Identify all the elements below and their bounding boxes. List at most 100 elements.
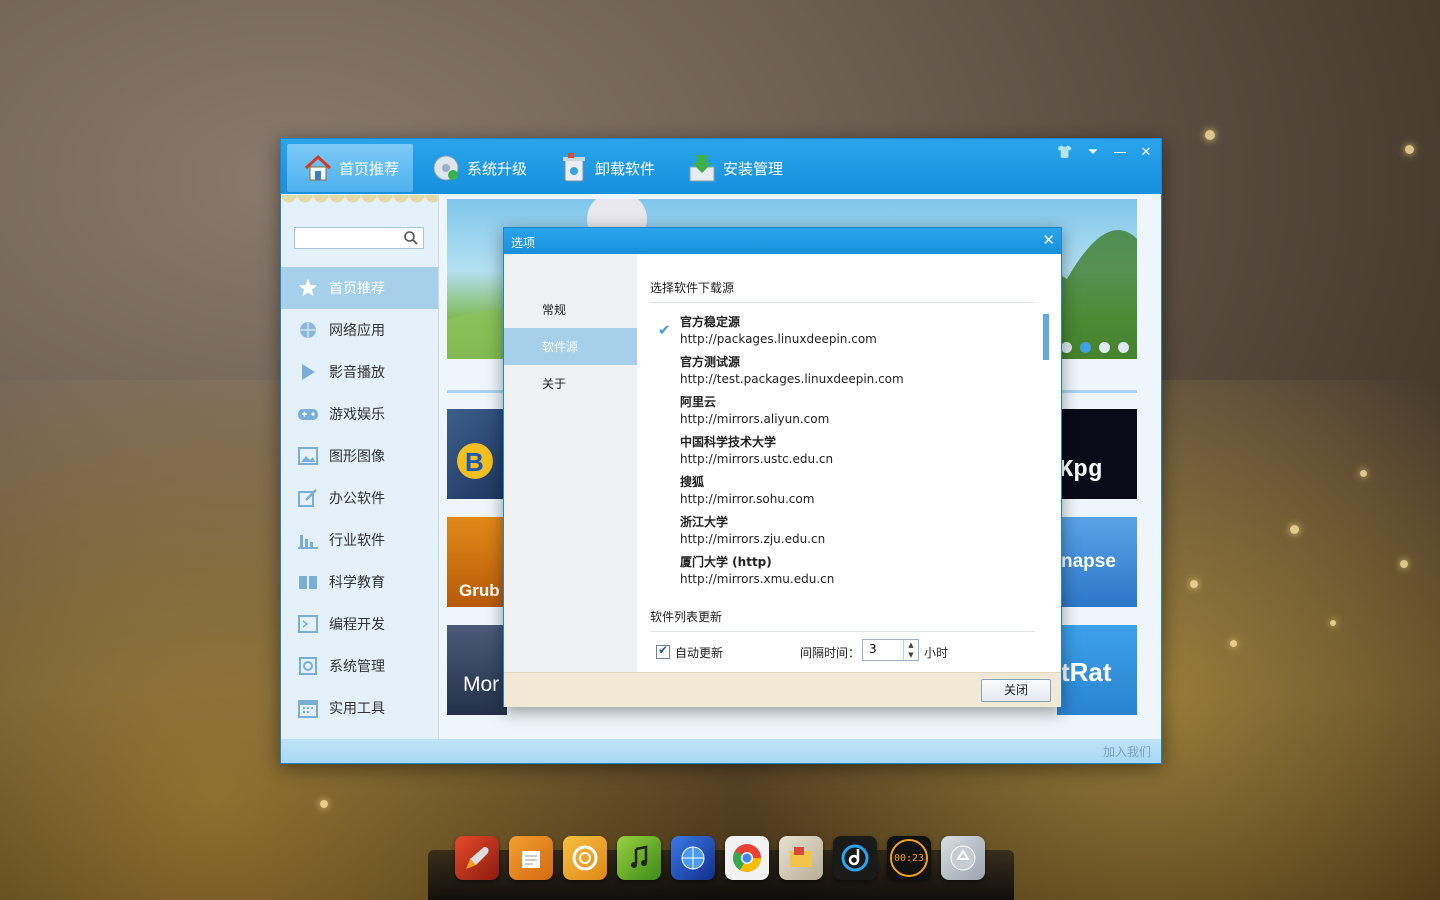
sidebar-item-programming[interactable]: 编程开发 (281, 603, 438, 645)
app-tile-smartrat[interactable]: tRat (1057, 625, 1137, 715)
sidebar-item-home[interactable]: 首页推荐 (281, 267, 438, 309)
dialog-nav-general[interactable]: 常规 (504, 291, 637, 328)
carousel-dot[interactable] (1118, 342, 1129, 353)
sidebar-item-network[interactable]: 网络应用 (281, 309, 438, 351)
play-icon (297, 361, 319, 383)
carousel-dot[interactable] (1099, 342, 1110, 353)
app-tile[interactable]: B (447, 409, 507, 499)
home-icon (303, 153, 333, 183)
bar-chart-icon (297, 529, 319, 551)
selected-check-icon: ✔ (658, 321, 671, 339)
carousel-dot[interactable] (1061, 342, 1072, 353)
source-list-scrollbar[interactable] (1043, 314, 1049, 360)
source-item-selected[interactable]: 官方稳定源 http://packages.linuxdeepin.com (680, 314, 877, 348)
source-item[interactable]: 浙江大学 http://mirrors.zju.edu.cn (680, 514, 825, 548)
star-icon (297, 277, 319, 299)
bokeh-light (1190, 580, 1198, 588)
sidebar-item-industry[interactable]: 行业软件 (281, 519, 438, 561)
app-tile-mor[interactable]: Mor (447, 625, 507, 715)
source-name: 官方稳定源 (680, 315, 741, 329)
search-icon[interactable] (403, 230, 419, 246)
stepper-down-icon[interactable]: ▼ (904, 650, 918, 660)
swirl-icon[interactable] (563, 836, 607, 880)
sidebar-item-utilities[interactable]: 实用工具 (281, 687, 438, 729)
source-item[interactable]: 阿里云 http://mirrors.aliyun.com (680, 394, 829, 428)
auto-update-checkbox[interactable]: ✔ (656, 643, 670, 659)
clock-icon[interactable]: 00:23 (887, 836, 931, 880)
tile-label: napse (1061, 551, 1116, 572)
source-name: 阿里云 (680, 395, 717, 409)
clock-readout: 00:23 (890, 839, 928, 877)
sidebar-item-games[interactable]: 游戏娱乐 (281, 393, 438, 435)
dialog-nav-sources[interactable]: 软件源 (504, 328, 637, 365)
sidebar-item-label: 系统管理 (329, 659, 385, 675)
deepin-music-icon[interactable] (833, 836, 877, 880)
divider (650, 302, 1035, 303)
sidebar-item-label: 实用工具 (329, 701, 385, 717)
sidebar-item-education[interactable]: 科学教育 (281, 561, 438, 603)
sidebar-item-label: 影音播放 (329, 365, 385, 381)
search-box[interactable] (294, 227, 424, 249)
source-name: 中国科学技术大学 (680, 435, 777, 449)
source-item[interactable]: 官方测试源 http://test.packages.linuxdeepin.c… (680, 354, 904, 388)
tab-system-upgrade[interactable]: 系统升级 (415, 144, 541, 192)
rocket-icon[interactable] (455, 836, 499, 880)
book-icon (297, 571, 319, 593)
source-item[interactable]: 厦门大学 (http) http://mirrors.xmu.edu.cn (680, 554, 834, 588)
menu-icon[interactable]: ⏷ (1083, 145, 1103, 160)
skin-icon[interactable]: 👕 (1055, 145, 1075, 160)
chrome-icon[interactable] (725, 836, 769, 880)
tab-home[interactable]: 首页推荐 (287, 144, 414, 192)
tile-label: Grub (459, 581, 500, 600)
app-tile-grub[interactable]: Grub (447, 517, 507, 607)
sidebar-item-label: 首页推荐 (329, 281, 385, 297)
interval-label: 间隔时间： (800, 646, 861, 660)
source-url: http://test.packages.linuxdeepin.com (680, 372, 904, 386)
category-sidebar: 首页推荐 网络应用 影音播放 游戏娱乐 图形图像 办公软件 行业软件 科学教育 (281, 195, 439, 739)
notepad-icon[interactable] (509, 836, 553, 880)
join-us-link[interactable]: 加入我们 (1103, 743, 1151, 760)
close-icon[interactable]: ✕ (1136, 145, 1156, 160)
picture-icon (297, 445, 319, 467)
minimize-icon[interactable]: — (1110, 145, 1130, 160)
app-tile-synapse[interactable]: napse (1057, 517, 1137, 607)
source-item[interactable]: 搜狐 http://mirror.sohu.com (680, 474, 814, 508)
trash-dock-icon[interactable] (941, 836, 985, 880)
tab-uninstall[interactable]: 卸载软件 (543, 144, 669, 192)
stepper-arrows[interactable]: ▲ ▼ (903, 640, 918, 660)
carousel-dot-active[interactable] (1080, 342, 1091, 353)
source-item[interactable]: 中国科学技术大学 http://mirrors.ustc.edu.cn (680, 434, 833, 468)
source-url: http://mirror.sohu.com (680, 492, 815, 506)
title-bar: 首页推荐 系统升级 卸载软件 安装管理 👕 ⏷ — ✕ (281, 139, 1161, 194)
download-box-icon (687, 153, 717, 183)
tile-label: Mor (463, 673, 500, 696)
tile-label: tRat (1061, 657, 1112, 687)
sidebar-item-label: 编程开发 (329, 617, 385, 633)
music-icon[interactable] (617, 836, 661, 880)
tab-label: 首页推荐 (339, 159, 400, 178)
carousel-dots (1061, 342, 1129, 353)
browser-globe-icon[interactable] (671, 836, 715, 880)
bokeh-light (1290, 525, 1299, 534)
file-manager-icon[interactable] (779, 836, 823, 880)
dialog-close-icon[interactable]: ✕ (1042, 231, 1055, 249)
tab-install-manager[interactable]: 安装管理 (671, 144, 797, 192)
stepper-up-icon[interactable]: ▲ (904, 640, 918, 650)
decorative-scallop (281, 195, 438, 211)
search-input[interactable] (295, 230, 407, 248)
app-tile-xpg[interactable]: Kpg (1057, 409, 1137, 499)
dialog-nav-about[interactable]: 关于 (504, 365, 637, 402)
bokeh-light (1400, 560, 1408, 568)
sidebar-item-office[interactable]: 办公软件 (281, 477, 438, 519)
dialog-title: 选项 (511, 236, 536, 250)
svg-text:B: B (465, 447, 484, 477)
sidebar-item-media[interactable]: 影音播放 (281, 351, 438, 393)
interval-stepper[interactable]: 3 ▲ ▼ (862, 639, 919, 661)
tab-label: 系统升级 (467, 159, 528, 178)
sidebar-item-system[interactable]: 系统管理 (281, 645, 438, 687)
close-button[interactable]: 关闭 (981, 679, 1051, 702)
source-name: 搜狐 (680, 475, 705, 489)
sidebar-item-graphics[interactable]: 图形图像 (281, 435, 438, 477)
section-title-sources: 选择软件下载源 (650, 281, 735, 295)
edit-icon (297, 487, 319, 509)
